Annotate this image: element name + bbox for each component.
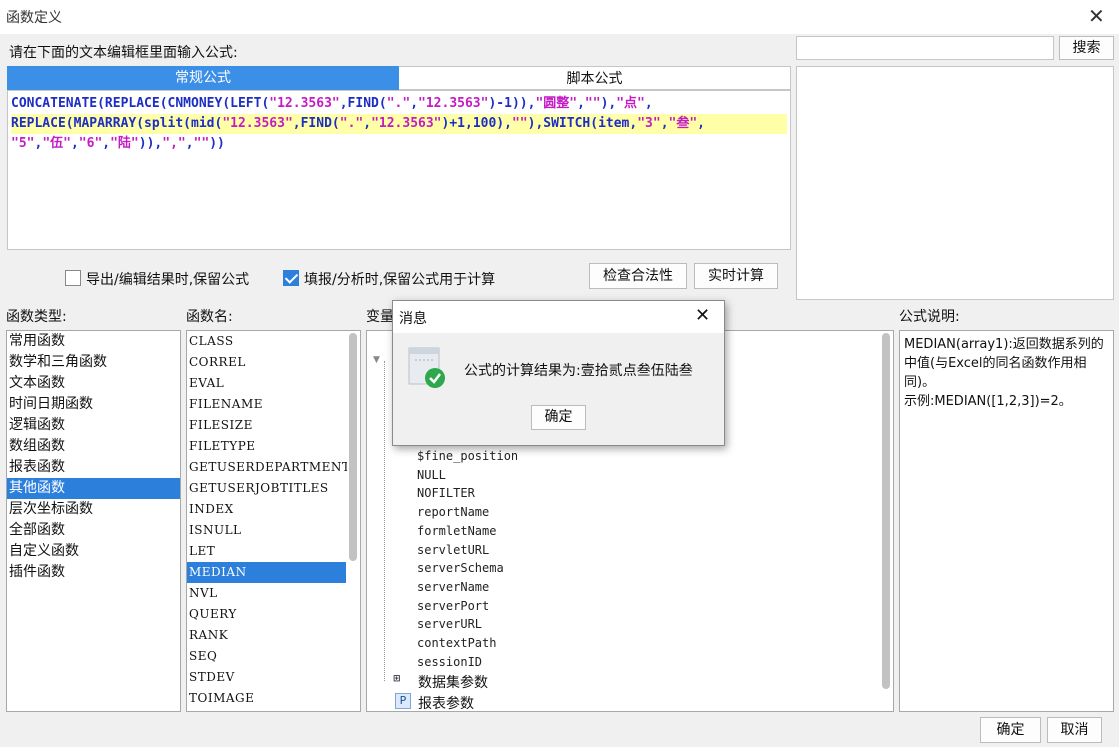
function-type-item[interactable]: 插件函数 — [7, 562, 180, 583]
search-input[interactable] — [796, 36, 1054, 60]
variable-item[interactable]: serverName — [417, 580, 489, 594]
tab-regular-formula[interactable]: 常规公式 — [7, 66, 399, 90]
tree-guide-line — [384, 361, 385, 681]
variable-item[interactable]: serverSchema — [417, 561, 504, 575]
function-type-item[interactable]: 常用函数 — [7, 331, 180, 352]
dataset-params-icon: ⊞ — [393, 674, 401, 684]
function-type-item[interactable]: 全部函数 — [7, 520, 180, 541]
function-name-item[interactable]: NVL — [187, 583, 346, 604]
description-text: MEDIAN(array1):返回数据系列的中值(与Excel的同名函数作用相同… — [904, 337, 1104, 390]
function-type-item[interactable]: 报表函数 — [7, 457, 180, 478]
function-type-item[interactable]: 逻辑函数 — [7, 415, 180, 436]
function-name-item[interactable]: RANK — [187, 625, 346, 646]
keep-formula-export-label: 导出/编辑结果时,保留公式 — [86, 272, 250, 288]
variable-item[interactable]: formletName — [417, 524, 496, 538]
tab-script-formula[interactable]: 脚本公式 — [399, 66, 791, 90]
function-type-item[interactable]: 自定义函数 — [7, 541, 180, 562]
function-name-item[interactable]: FILENAME — [187, 394, 346, 415]
function-name-list[interactable]: CLASS CORREL EVAL FILENAME FILESIZE FILETYPE G… — [186, 330, 361, 712]
variable-item[interactable]: NOFILTER — [417, 486, 475, 500]
check-validity-button[interactable]: 检查合法性 — [589, 263, 687, 289]
message-dialog: 消息 ✕ 公式的计算结果为:壹拾贰点叁伍陆叁 确定 — [392, 300, 725, 446]
function-types-header: 函数类型: — [6, 309, 67, 325]
function-type-item[interactable]: 文本函数 — [7, 373, 180, 394]
realtime-calc-button[interactable]: 实时计算 — [694, 263, 778, 289]
variable-item[interactable]: contextPath — [417, 636, 496, 650]
function-name-item[interactable]: STDEV — [187, 667, 346, 688]
formula-line[interactable]: REPLACE(MAPARRAY(split(mid("12.3563",FIN… — [11, 114, 787, 134]
formula-editor[interactable]: CONCATENATE(REPLACE(CNMONEY(LEFT("12.356… — [7, 90, 791, 250]
variable-item[interactable]: NULL — [417, 468, 446, 482]
function-name-item[interactable]: SEQ — [187, 646, 346, 667]
variable-item[interactable]: serverPort — [417, 599, 489, 613]
variable-item[interactable]: serverURL — [417, 617, 482, 631]
variables-header: 变量 — [366, 309, 394, 325]
tree-expand-icon[interactable]: ▼ — [373, 355, 380, 365]
window-titlebar: 函数定义 ✕ — [0, 0, 1119, 34]
function-name-item[interactable]: LET — [187, 541, 346, 562]
search-button[interactable]: 搜索 — [1059, 36, 1114, 60]
function-name-item[interactable]: ISNULL — [187, 520, 346, 541]
function-type-item[interactable]: 其他函数 — [7, 478, 180, 499]
variable-scrollbar[interactable] — [880, 331, 892, 711]
function-name-item[interactable]: QUERY — [187, 604, 346, 625]
function-type-item[interactable]: 层次坐标函数 — [7, 499, 180, 520]
description-example: 示例:MEDIAN([1,2,3])=2。 — [904, 394, 1072, 409]
variable-scroll-thumb[interactable] — [882, 333, 890, 689]
message-dialog-titlebar: 消息 ✕ — [393, 301, 724, 333]
message-dialog-title: 消息 — [399, 311, 427, 327]
function-name-item[interactable]: INDEX — [187, 499, 346, 520]
calculation-success-icon — [408, 346, 445, 388]
description-header: 公式说明: — [899, 309, 960, 325]
function-name-item[interactable]: FILETYPE — [187, 436, 346, 457]
report-params-icon: P — [395, 693, 411, 709]
keep-formula-fill-checkbox[interactable] — [283, 270, 299, 286]
function-name-item[interactable]: TOIMAGE — [187, 688, 346, 709]
function-type-item[interactable]: 数组函数 — [7, 436, 180, 457]
formula-line[interactable]: CONCATENATE(REPLACE(CNMONEY(LEFT("12.356… — [11, 94, 787, 114]
formula-description: MEDIAN(array1):返回数据系列的中值(与Excel的同名函数作用相同… — [899, 330, 1114, 712]
function-name-item[interactable]: GETUSERJOBTITLES — [187, 478, 346, 499]
formula-line[interactable]: "5","伍","6","陆")),",","")) — [11, 134, 787, 154]
function-name-scrollbar[interactable] — [347, 331, 359, 711]
variable-item[interactable]: servletURL — [417, 543, 489, 557]
function-type-item[interactable]: 时间日期函数 — [7, 394, 180, 415]
function-name-item[interactable]: CLASS — [187, 331, 346, 352]
report-params-group[interactable]: 报表参数 — [418, 693, 474, 711]
dialog-ok-button[interactable]: 确定 — [531, 405, 586, 430]
variable-item[interactable]: $fine_position — [417, 449, 518, 463]
function-name-scroll-thumb[interactable] — [349, 333, 357, 561]
variable-item[interactable]: sessionID — [417, 655, 482, 669]
close-icon[interactable]: ✕ — [1088, 4, 1105, 28]
window-title: 函数定义 — [6, 10, 62, 26]
formula-code[interactable]: CONCATENATE(REPLACE(CNMONEY(LEFT("12.356… — [8, 91, 790, 157]
dataset-params-group[interactable]: 数据集参数 — [418, 672, 488, 692]
close-icon[interactable]: ✕ — [695, 305, 710, 326]
keep-formula-export-checkbox[interactable] — [65, 270, 81, 286]
function-name-item[interactable]: GETUSERDEPARTMENTS — [187, 457, 359, 478]
function-names-header: 函数名: — [186, 309, 233, 325]
function-name-item[interactable]: FILESIZE — [187, 415, 346, 436]
formula-tabs: 常规公式 脚本公式 — [7, 66, 791, 90]
variable-item[interactable]: reportName — [417, 505, 489, 519]
search-results-panel[interactable] — [796, 66, 1114, 300]
cancel-button[interactable]: 取消 — [1047, 717, 1102, 743]
ok-button[interactable]: 确定 — [980, 717, 1041, 743]
function-type-list[interactable]: 常用函数 数学和三角函数 文本函数 时间日期函数 逻辑函数 数组函数 报表函数 其他函数 层次坐… — [6, 330, 181, 712]
keep-formula-fill-label: 填报/分析时,保留公式用于计算 — [304, 272, 496, 288]
function-name-item[interactable]: CORREL — [187, 352, 346, 373]
function-type-item[interactable]: 数学和三角函数 — [7, 352, 180, 373]
function-name-item[interactable]: EVAL — [187, 373, 346, 394]
editor-prompt: 请在下面的文本编辑框里面输入公式: — [9, 45, 238, 61]
function-name-item[interactable]: MEDIAN — [187, 562, 346, 583]
message-text: 公式的计算结果为:壹拾贰点叁伍陆叁 — [464, 363, 693, 379]
